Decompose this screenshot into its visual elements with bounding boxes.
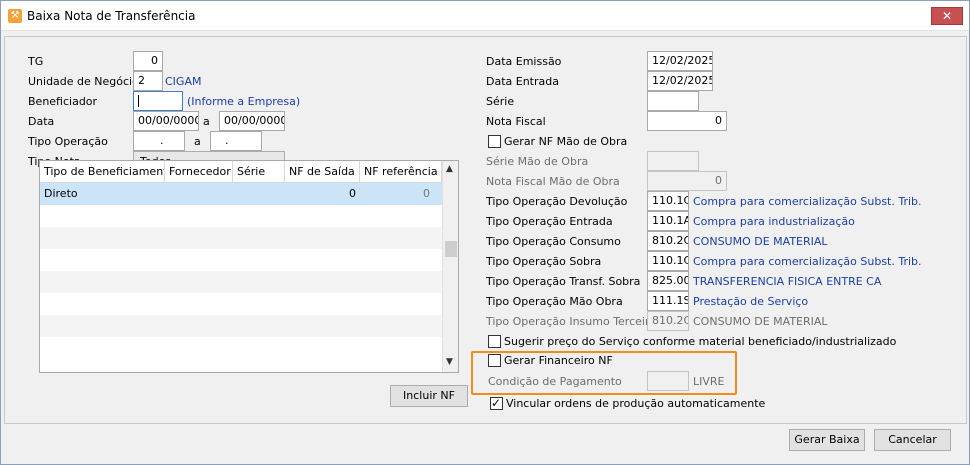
tipo-operacao-label: Tipo Operação	[28, 135, 108, 148]
tipo-op-insumo-terceiro-field[interactable]: 810.2C	[647, 311, 689, 331]
table-row-empty	[40, 271, 442, 293]
nf-mao-obra-field[interactable]: 0	[647, 171, 727, 191]
column-header[interactable]: Tipo de Beneficiamento	[40, 161, 165, 183]
nf-mao-obra-label: Nota Fiscal Mão de Obra	[486, 175, 620, 188]
table-header: Tipo de Beneficiamento Fornecedor Série …	[40, 161, 442, 183]
data-sep: a	[203, 115, 210, 128]
tipo-op-sobra-label: Tipo Operação Sobra	[486, 255, 602, 268]
window-title: Baixa Nota de Transferência	[27, 9, 196, 23]
app-icon: ⚒	[8, 9, 22, 23]
tipo-op-transf-sobra-desc: TRANSFERENCIA FISICA ENTRE CA	[693, 275, 882, 288]
column-header[interactable]: NF de Saída	[285, 161, 360, 183]
condicao-pagamento-label: Condição de Pagamento	[488, 375, 622, 388]
nota-fiscal-field[interactable]: 0	[647, 111, 727, 131]
vertical-scrollbar[interactable]: ▲ ▼	[442, 161, 458, 372]
data-to-field[interactable]: 00/00/0000	[219, 111, 285, 131]
gerar-financeiro-checkbox[interactable]	[488, 354, 501, 367]
title-bar: ⚒ Baixa Nota de Transferência ✕	[1, 1, 969, 31]
tipo-op-mao-obra-field[interactable]: 111.1S	[647, 291, 689, 311]
vincular-ordens-checkbox[interactable]	[490, 396, 503, 410]
text-cursor	[138, 95, 139, 107]
beneficiador-field[interactable]	[133, 91, 183, 111]
beneficiador-label: Beneficiador	[28, 95, 98, 108]
tipo-op-consumo-desc: CONSUMO DE MATERIAL	[693, 235, 828, 248]
gerar-nf-mao-obra-checkbox[interactable]	[488, 135, 501, 148]
table-row-empty	[40, 337, 442, 359]
condicao-pagamento-desc: LIVRE	[693, 375, 725, 388]
table-row-empty	[40, 315, 442, 337]
tipo-op-transf-sobra-field[interactable]: 825.00	[647, 271, 689, 291]
condicao-pagamento-field[interactable]	[647, 371, 689, 391]
tipo-op-insumo-terceiro-desc: CONSUMO DE MATERIAL	[693, 315, 828, 328]
beneficiador-hint: (Informe a Empresa)	[187, 95, 301, 108]
vincular-ordens-label: Vincular ordens de produção automaticame…	[506, 397, 766, 410]
tipo-op-insumo-terceiro-label: Tipo Operação Insumo Terceiro	[486, 315, 656, 328]
sugerir-preco-label: Sugerir preço do Serviço conforme materi…	[504, 335, 897, 348]
beneficiamento-table[interactable]: Tipo de Beneficiamento Fornecedor Série …	[39, 160, 459, 373]
serie-label: Série	[486, 95, 515, 108]
scroll-up-icon[interactable]: ▲	[446, 164, 453, 174]
data-label: Data	[28, 115, 55, 128]
tg-label: TG	[28, 55, 44, 68]
column-header[interactable]: NF referência	[360, 161, 442, 183]
cell-tipo: Direto	[44, 187, 78, 200]
tipo-op-entrada-label: Tipo Operação Entrada	[486, 215, 613, 228]
table-row-empty	[40, 293, 442, 315]
unidade-name: CIGAM	[165, 75, 202, 88]
tipo-operacao-to-field[interactable]: .	[210, 131, 262, 151]
data-emissao-label: Data Emissão	[486, 55, 562, 68]
cell-nf-ref: 0	[423, 187, 430, 200]
tipo-operacao-from-field[interactable]: .	[133, 131, 185, 151]
table-row-empty	[40, 249, 442, 271]
tipo-op-sobra-desc: Compra para comercialização Subst. Trib.	[693, 255, 922, 268]
incluir-nf-button[interactable]: Incluir NF	[390, 385, 468, 407]
nota-fiscal-label: Nota Fiscal	[486, 115, 546, 128]
table-row-empty	[40, 205, 442, 227]
gerar-nf-mao-obra-label: Gerar NF Mão de Obra	[504, 135, 628, 148]
tipo-op-devolucao-desc: Compra para comercialização Subst. Trib.	[693, 195, 922, 208]
tipo-op-mao-obra-label: Tipo Operação Mão Obra	[486, 295, 623, 308]
tipo-op-sobra-field[interactable]: 110.1C	[647, 251, 689, 271]
close-icon[interactable]: ✕	[931, 7, 963, 25]
serie-mao-obra-label: Série Mão de Obra	[486, 155, 589, 168]
data-from-field[interactable]: 00/00/0000	[133, 111, 199, 131]
table-row[interactable]: Direto 0 0	[40, 183, 442, 205]
table-row-empty	[40, 227, 442, 249]
tipo-op-devolucao-field[interactable]: 110.1C	[647, 191, 689, 211]
scroll-thumb[interactable]	[445, 241, 457, 257]
tipo-operacao-sep: a	[194, 135, 201, 148]
tipo-op-transf-sobra-label: Tipo Operação Transf. Sobra	[486, 275, 641, 288]
column-header[interactable]: Fornecedor	[165, 161, 233, 183]
data-entrada-label: Data Entrada	[486, 75, 559, 88]
column-header[interactable]: Série	[233, 161, 285, 183]
gerar-baixa-button[interactable]: Gerar Baixa	[789, 429, 865, 451]
tipo-op-entrada-field[interactable]: 110.1A	[647, 211, 689, 231]
tipo-op-consumo-label: Tipo Operação Consumo	[486, 235, 621, 248]
tipo-op-consumo-field[interactable]: 810.2C	[647, 231, 689, 251]
cell-nf-saida: 0	[349, 187, 356, 200]
unidade-field[interactable]: 2	[133, 71, 163, 91]
tipo-op-devolucao-label: Tipo Operação Devolução	[486, 195, 628, 208]
gerar-financeiro-label: Gerar Financeiro NF	[504, 354, 613, 367]
serie-mao-obra-field[interactable]	[647, 151, 699, 171]
cancelar-button[interactable]: Cancelar	[874, 429, 951, 451]
data-entrada-field[interactable]: 12/02/2025	[647, 71, 713, 91]
dialog-window: ⚒ Baixa Nota de Transferência ✕ TG 0 Uni…	[0, 0, 970, 465]
scroll-down-icon[interactable]: ▼	[446, 357, 453, 367]
sugerir-preco-checkbox[interactable]	[488, 335, 501, 348]
data-emissao-field[interactable]: 12/02/2025	[647, 51, 713, 71]
tipo-op-entrada-desc: Compra para industrialização	[693, 215, 855, 228]
unidade-label: Unidade de Negócio	[28, 75, 139, 88]
tipo-op-mao-obra-desc: Prestação de Serviço	[693, 295, 809, 308]
tg-field[interactable]: 0	[133, 51, 163, 71]
serie-field[interactable]	[647, 91, 699, 111]
